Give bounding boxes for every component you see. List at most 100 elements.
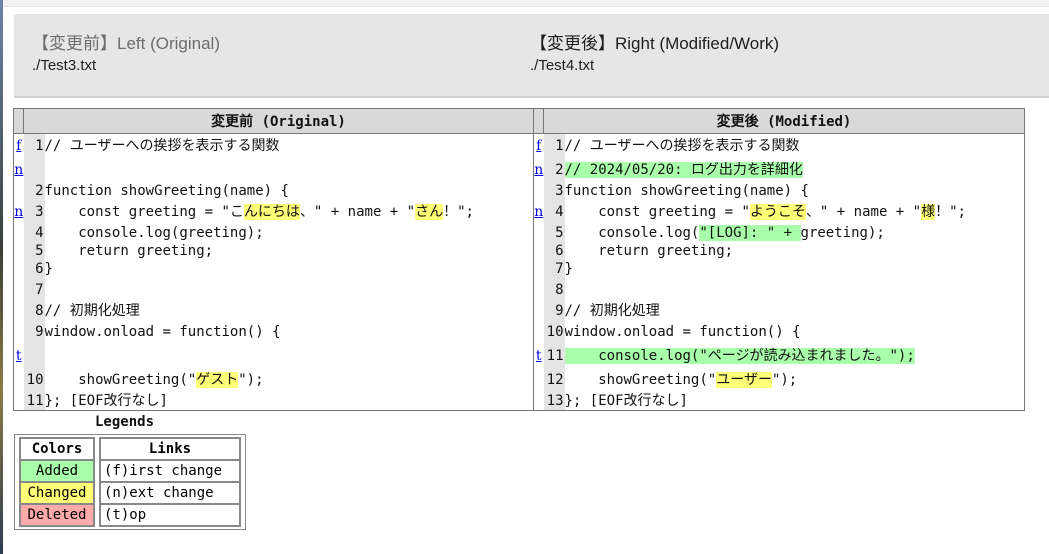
nav-cell (533, 320, 544, 344)
left-line-number: 5 (23, 242, 45, 260)
right-code-line: // 2024/05/20: ログ出力を詳細化 (564, 158, 1025, 182)
top-link[interactable]: t (13, 344, 24, 368)
left-code-line: window.onload = function() { (44, 324, 281, 340)
diff-row: 9 window.onload = function() { 10 window… (13, 320, 1025, 344)
left-line-number: 3 (23, 200, 45, 224)
window-top-bar (0, 0, 1049, 7)
diff-row: 6 } 7 } (13, 260, 1025, 278)
diff-row: 11 }; [EOF改行なし] 13 }; [EOF改行なし] (13, 392, 1025, 411)
nav-cell (13, 278, 24, 302)
legend-first-change: (f)irst change (100, 460, 240, 482)
added-text: "[LOG]: " + (699, 225, 801, 241)
right-line-number: 5 (543, 224, 565, 242)
added-text: // 2024/05/20: ログ出力を詳細化 (564, 162, 803, 178)
first-change-link[interactable]: f (13, 133, 24, 158)
right-column-heading: 変更後 (Modified) (543, 108, 1025, 134)
right-code-line: return greeting; (564, 242, 1025, 260)
first-change-link[interactable]: f (533, 133, 544, 158)
changed-text: んにちは (243, 204, 300, 220)
left-line-number: 6 (23, 260, 45, 278)
nav-cell (533, 392, 544, 411)
next-change-link[interactable]: n (13, 158, 24, 182)
left-code-line: // 初期化処理 (44, 303, 140, 319)
left-path: ./Test3.txt (32, 57, 97, 74)
right-line-number: 8 (543, 278, 565, 302)
left-code-line: function showGreeting(name) { (44, 183, 289, 199)
next-change-link[interactable]: n (533, 200, 544, 224)
top-link[interactable]: t (533, 344, 544, 368)
left-line-number (23, 158, 45, 182)
left-line-number: 1 (23, 133, 45, 158)
file-header: 【変更前】Left (Original) ./Test3.txt 【変更後】Ri… (14, 14, 1049, 98)
left-line-number (23, 344, 45, 368)
nav-cell (533, 260, 544, 278)
left-line-number: 9 (23, 320, 45, 344)
left-code-line: showGreeting("ゲスト"); (44, 372, 264, 388)
right-line-number: 1 (543, 133, 565, 158)
right-file-info: 【変更後】Right (Modified/Work) ./Test4.txt (530, 34, 779, 74)
next-change-link[interactable]: n (533, 158, 544, 182)
legend-title: Legends (95, 414, 155, 430)
right-code-line: console.log("ページが読み込まれました。"); (564, 344, 1025, 368)
right-path: ./Test4.txt (530, 57, 595, 74)
nav-cell (533, 278, 544, 302)
changed-text: ユーザー (716, 372, 772, 388)
left-code-line: return greeting; (44, 243, 214, 259)
left-title: 【変更前】Left (Original) (32, 34, 220, 53)
diff-row: t t 11 console.log("ページが読み込まれました。"); (13, 344, 1025, 368)
right-line-number: 2 (543, 158, 565, 182)
diff-row: 8 // 初期化処理 9 // 初期化処理 (13, 302, 1025, 320)
nav-cell (13, 224, 24, 242)
diff-row: 5 return greeting; 6 return greeting; (13, 242, 1025, 260)
nav-cell (533, 302, 544, 320)
nav-cell (533, 224, 544, 242)
right-line-number: 4 (543, 200, 565, 224)
right-line-number: 9 (543, 302, 565, 320)
diff-table: 変更前 (Original) 変更後 (Modified) f 1 // ユーザ… (13, 108, 1025, 411)
legend-colors-table: Colors Added Changed Deleted (19, 437, 95, 527)
right-code-line: // 初期化処理 (564, 302, 1025, 320)
left-code-line: // ユーザーへの挨拶を表示する関数 (44, 138, 280, 154)
left-line-number: 7 (23, 278, 45, 302)
right-line-number: 10 (543, 320, 565, 344)
desktop-edge (0, 0, 3, 554)
diff-row: 7 8 (13, 278, 1025, 302)
left-line-number: 10 (23, 368, 45, 392)
nav-cell (13, 368, 24, 392)
right-title: 【変更後】Right (Modified/Work) (530, 34, 780, 53)
legend-colors-heading: Colors (20, 438, 94, 460)
left-file-info: 【変更前】Left (Original) ./Test3.txt (32, 34, 220, 74)
left-code-line: const greeting = "こんにちは、" + name + "さん！"… (44, 204, 474, 220)
legend-links-heading: Links (100, 438, 240, 460)
diff-row: n 3 const greeting = "こんにちは、" + name + "… (13, 200, 1025, 224)
nav-cell (13, 260, 24, 278)
left-code-line (45, 158, 534, 182)
changed-text: そ (791, 204, 806, 220)
next-change-link[interactable]: n (13, 200, 24, 224)
right-code-line: window.onload = function() { (564, 320, 1025, 344)
legend: Colors Added Changed Deleted Links (f)ir… (14, 434, 246, 530)
left-line-number: 8 (23, 302, 45, 320)
diff-row: n n 2 // 2024/05/20: ログ出力を詳細化 (13, 158, 1025, 182)
right-code-line: showGreeting("ユーザー"); (564, 368, 1025, 392)
left-code-line: console.log(greeting); (44, 225, 264, 241)
diff-row: 10 showGreeting("ゲスト"); 12 showGreeting(… (13, 368, 1025, 392)
left-code-line: } (44, 261, 53, 277)
left-nav-header (13, 108, 24, 134)
right-line-number: 6 (543, 242, 565, 260)
nav-cell (533, 182, 544, 200)
right-line-number: 13 (543, 392, 565, 411)
changed-text: 様 (921, 204, 936, 220)
right-code-line: }; [EOF改行なし] (564, 392, 1025, 411)
left-code-line: }; [EOF改行なし] (44, 392, 534, 411)
right-line-number: 7 (543, 260, 565, 278)
nav-cell (13, 182, 24, 200)
diff-row: f 1 // ユーザーへの挨拶を表示する関数 f 1 // ユーザーへの挨拶を表… (13, 133, 1025, 158)
right-code-line: // ユーザーへの挨拶を表示する関数 (564, 133, 1025, 158)
left-line-number: 4 (23, 224, 45, 242)
right-code-line: } (564, 260, 1025, 278)
left-code-line (45, 344, 534, 368)
legend-added: Added (20, 460, 94, 482)
nav-cell (13, 392, 24, 411)
left-line-number: 2 (23, 182, 45, 200)
